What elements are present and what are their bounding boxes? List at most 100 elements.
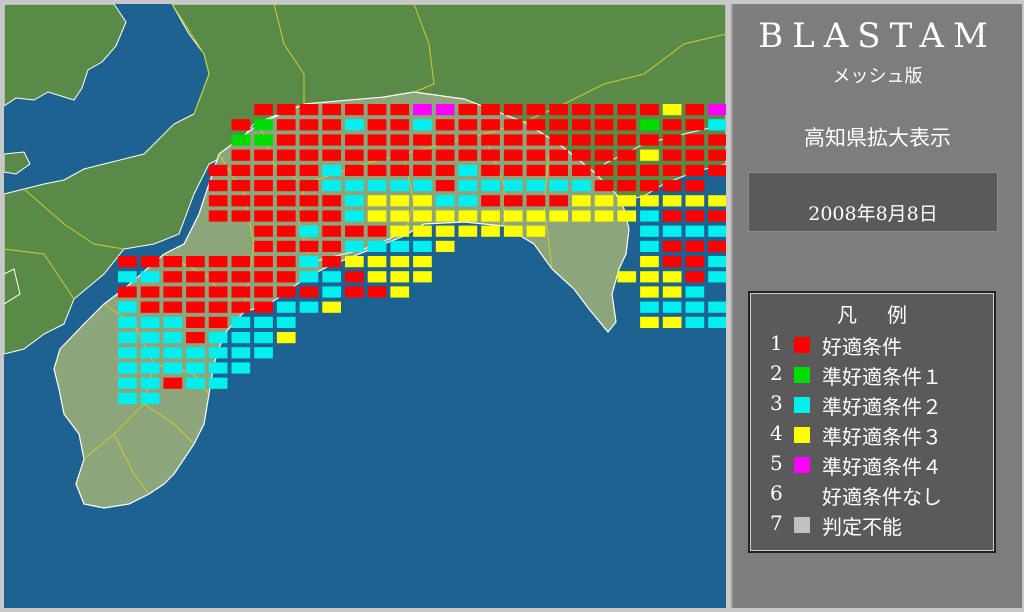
mesh-cell [231,347,251,359]
mesh-cell [594,210,614,222]
legend-number: 3 [770,391,783,415]
mesh-cell [662,225,682,237]
mesh-cell [685,256,705,268]
mesh-cell [458,149,478,161]
mesh-cell [118,332,137,344]
mesh-cell [685,149,705,161]
legend-number: 4 [770,421,783,445]
mesh-cell [276,240,296,252]
mesh-cell [254,134,273,146]
mesh-cell [254,149,273,161]
mesh-cell [708,301,726,313]
mesh-cell [276,210,296,222]
mesh-cell [526,119,546,131]
mesh-cell [708,119,726,131]
mesh-cell [549,210,568,222]
mesh-cell [208,164,228,176]
mesh-cell [503,180,523,192]
mesh-cell [685,240,705,252]
mesh-cell [231,195,251,207]
mesh-cell [186,347,205,359]
mesh-cell [662,119,682,131]
mesh-cell [481,104,500,116]
mesh-cell [594,134,614,146]
mesh-cell [345,286,364,298]
mesh-cell [685,301,705,313]
mesh-cell [367,149,387,161]
mesh-cell [276,164,296,176]
mesh-cell [662,271,682,283]
mesh-cell [458,180,478,192]
mesh-cell [140,362,160,374]
mesh-cell [118,392,137,404]
mesh-cell [231,149,251,161]
mesh-cell [276,286,296,298]
mesh-cell [549,119,568,131]
mesh-cell [526,104,546,116]
map-view[interactable] [4,4,726,608]
mesh-cell [640,195,659,207]
mesh-cell [481,149,500,161]
mesh-cell [163,286,183,298]
mesh-cell [299,240,319,252]
mesh-cell [662,210,682,222]
mesh-cell [594,149,614,161]
legend-box: 凡例 1 好適条件 2 準好適条件１ 3 準好適条件２ 4 準好適条件３ 5 準好適条件４ 6 好適条… [748,291,996,553]
mesh-cell [208,377,228,389]
mesh-cell [231,164,251,176]
mesh-cell [276,316,296,328]
legend-number: 7 [770,511,783,535]
mesh-cell [254,286,273,298]
mesh-cell [413,104,432,116]
mesh-cell [140,301,160,313]
mesh-cell [163,301,183,313]
mesh-cell [640,301,659,313]
mesh-cell [367,134,387,146]
mesh-cell [413,210,432,222]
mesh-cell [685,210,705,222]
mesh-cell [299,195,319,207]
mesh-cell [572,180,591,192]
mesh-cell [481,180,500,192]
mesh-cell [481,195,500,207]
mesh-cell [549,134,568,146]
mesh-cell [231,134,251,146]
mesh-cell [299,210,319,222]
mesh-cell [549,195,568,207]
mesh-cell [526,210,546,222]
mesh-cell [276,119,296,131]
mesh-cell [413,119,432,131]
mesh-cell [231,210,251,222]
legend-number: 1 [770,331,783,355]
mesh-cell [413,134,432,146]
mesh-cell [685,316,705,328]
mesh-cell [118,256,137,268]
mesh-cell [458,195,478,207]
mesh-cell [435,195,455,207]
mesh-cell [503,134,523,146]
mesh-cell [481,210,500,222]
mesh-cell [276,195,296,207]
mesh-cell [367,225,387,237]
mesh-cell [413,271,432,283]
mesh-cell [163,332,183,344]
mesh-cell [322,119,341,131]
mesh-cell [299,301,319,313]
mesh-cell [708,271,726,283]
mesh-cell [299,225,319,237]
mesh-cell [435,180,455,192]
mesh-cell [276,271,296,283]
mesh-cell [572,195,591,207]
mesh-cell [481,119,500,131]
mesh-cell [254,104,273,116]
mesh-cell [662,286,682,298]
legend-label: 準好適条件１ [822,365,942,389]
mesh-cell [254,240,273,252]
mesh-cell [299,134,319,146]
legend-label: 好適条件 [822,335,902,359]
mesh-cell [640,180,659,192]
mesh-cell [322,180,341,192]
mesh-cell [345,271,364,283]
date-display: 2008年8月8日 [748,172,998,232]
mesh-cell [413,164,432,176]
